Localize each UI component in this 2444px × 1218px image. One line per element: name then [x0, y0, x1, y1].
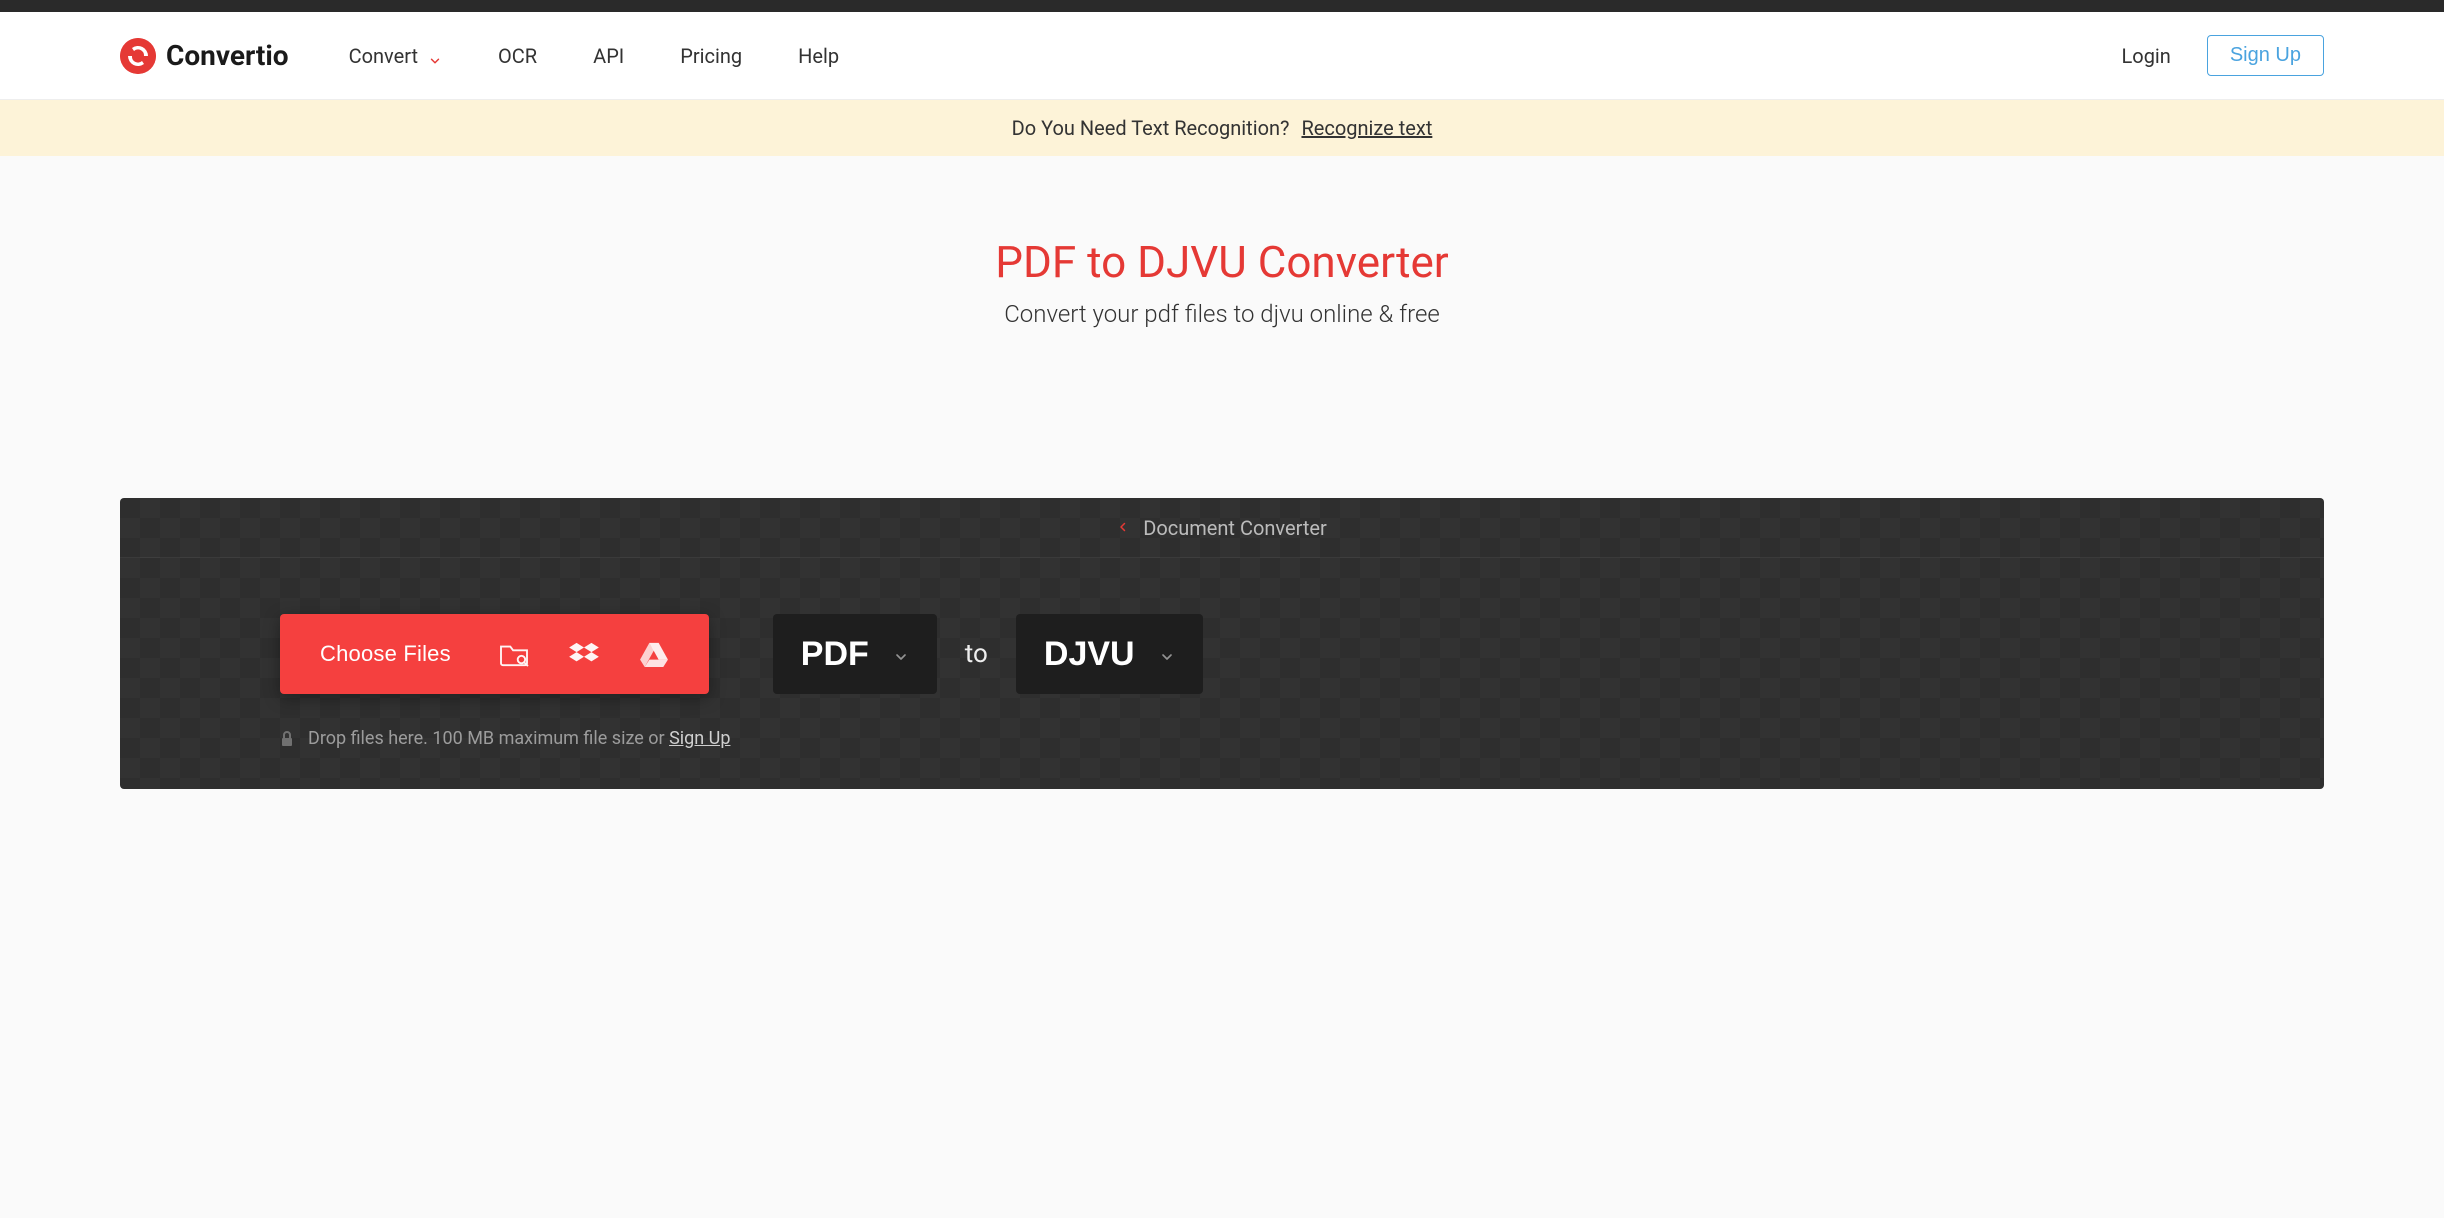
drop-signup-link[interactable]: Sign Up	[669, 728, 730, 749]
from-format-button[interactable]: PDF	[773, 614, 937, 694]
nav-pricing-label: Pricing	[680, 44, 742, 68]
nav-help-label: Help	[798, 44, 839, 68]
header-left: Convertio Convert OCR API Pricing Help	[120, 38, 839, 74]
converter-breadcrumb[interactable]: Document Converter	[120, 498, 2324, 558]
format-group: PDF to DJVU	[773, 614, 1203, 694]
from-format-label: PDF	[801, 635, 869, 674]
choose-files-label: Choose Files	[320, 641, 451, 667]
main-nav: Convert OCR API Pricing Help	[349, 44, 840, 68]
drop-note-text: Drop files here. 100 MB maximum file siz…	[308, 728, 730, 749]
logo-icon	[120, 38, 156, 74]
site-header: Convertio Convert OCR API Pricing Help L…	[0, 12, 2444, 100]
chevron-left-icon	[1117, 516, 1129, 540]
lock-icon	[280, 731, 294, 747]
page-title: PDF to DJVU Converter	[20, 236, 2424, 288]
drop-note-prefix: Drop files here. 100 MB maximum file siz…	[308, 728, 669, 749]
logo-text: Convertio	[166, 39, 289, 72]
signup-button[interactable]: Sign Up	[2207, 35, 2324, 76]
header-right: Login Sign Up	[2122, 35, 2324, 76]
nav-api-label: API	[593, 44, 624, 68]
converter-panel: Document Converter Choose Files	[120, 498, 2324, 789]
drop-note: Drop files here. 100 MB maximum file siz…	[120, 714, 2324, 789]
banner-question: Do You Need Text Recognition?	[1012, 116, 1290, 140]
to-label: to	[965, 639, 988, 669]
nav-ocr-label: OCR	[498, 44, 537, 68]
nav-convert-label: Convert	[349, 44, 418, 68]
banner-link[interactable]: Recognize text	[1301, 116, 1432, 140]
browser-top-strip	[0, 0, 2444, 12]
chevron-down-icon	[428, 49, 442, 63]
nav-convert[interactable]: Convert	[349, 44, 442, 68]
hero: PDF to DJVU Converter Convert your pdf f…	[0, 156, 2444, 348]
to-format-label: DJVU	[1044, 635, 1135, 674]
source-icons	[499, 641, 669, 667]
page-subtitle: Convert your pdf files to djvu online & …	[20, 300, 2424, 328]
nav-help[interactable]: Help	[798, 44, 839, 68]
converter-body: Choose Files	[120, 558, 2324, 714]
choose-files-button[interactable]: Choose Files	[280, 614, 709, 694]
logo[interactable]: Convertio	[120, 38, 289, 74]
to-format-button[interactable]: DJVU	[1016, 614, 1203, 694]
google-drive-icon[interactable]	[639, 641, 669, 667]
ocr-banner: Do You Need Text Recognition? Recognize …	[0, 100, 2444, 156]
nav-ocr[interactable]: OCR	[498, 44, 537, 68]
chevron-down-icon	[893, 635, 909, 674]
chevron-down-icon	[1159, 635, 1175, 674]
login-link[interactable]: Login	[2122, 44, 2171, 68]
nav-pricing[interactable]: Pricing	[680, 44, 742, 68]
folder-browse-icon[interactable]	[499, 641, 529, 667]
converter-container: Document Converter Choose Files	[0, 498, 2444, 789]
nav-api[interactable]: API	[593, 44, 624, 68]
breadcrumb-label: Document Converter	[1143, 516, 1327, 540]
dropbox-icon[interactable]	[569, 641, 599, 667]
